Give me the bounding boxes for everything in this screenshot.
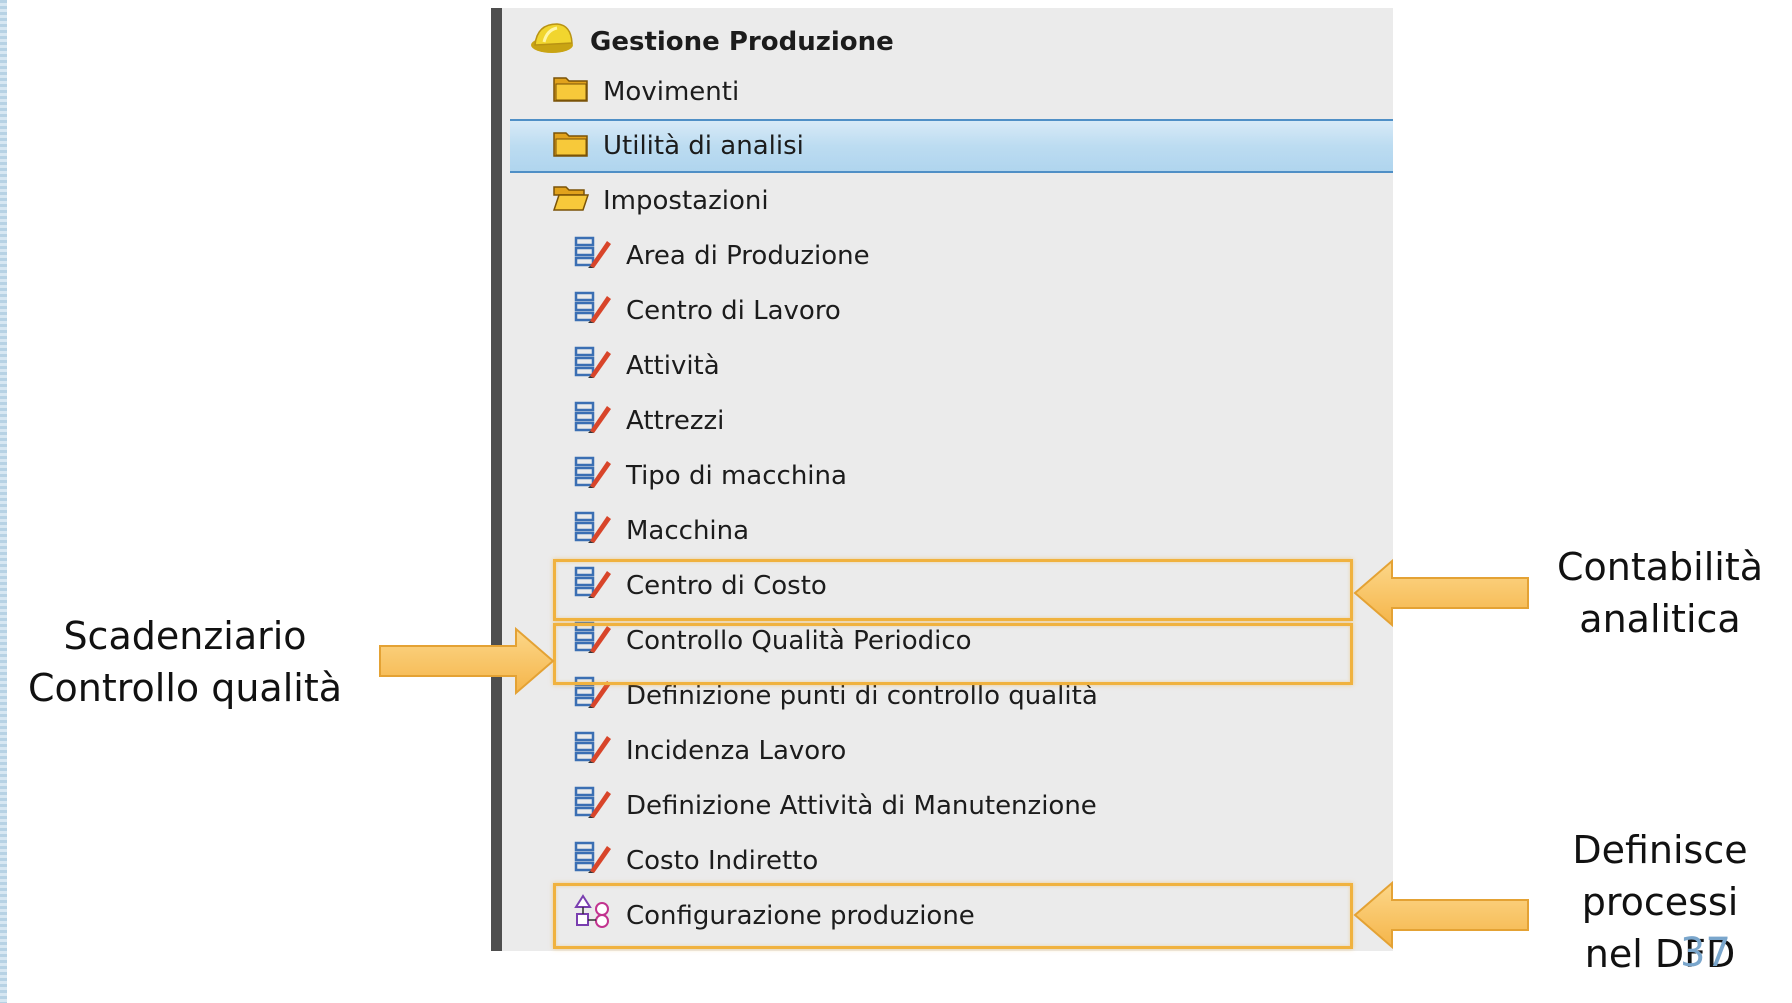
folder-icon [553,74,589,109]
slide-left-edge [0,0,7,1003]
tree-item-attivita[interactable]: Attività [510,339,1393,392]
tree-folder-utilita-di-analisi[interactable]: Utilità di analisi [510,119,1393,173]
table-edit-icon [574,730,612,771]
note-line: Definisce [1572,828,1748,872]
item-label: Definizione Attività di Manutenzione [626,790,1097,821]
folder-open-icon [552,183,590,218]
table-edit-icon [574,785,612,826]
arrow-right-to-controllo-qualita [379,626,555,696]
folder-label: Impostazioni [603,185,769,216]
item-label: Tipo di macchina [626,460,847,491]
page-number: 37 [1680,930,1731,976]
item-label: Centro di Lavoro [626,295,841,326]
note-scadenziario: Scadenziario Controllo qualità [0,610,370,714]
table-edit-icon [574,235,612,276]
tree-item-definizione-attivita-manutenzione[interactable]: Definizione Attività di Manutenzione [510,779,1393,832]
note-definisce-processi: Definisce processi nel DFD [1532,824,1788,980]
item-label: Attrezzi [626,405,725,436]
tree-item-macchina[interactable]: Macchina [510,504,1393,557]
folder-icon [553,129,589,164]
tree-item-costo-indiretto[interactable]: Costo Indiretto [510,834,1393,887]
slide: Gestione Produzione Movimenti Utilità di… [0,0,1792,1003]
arrow-left-to-centro-di-costo [1353,558,1529,628]
tree-item-centro-di-lavoro[interactable]: Centro di Lavoro [510,284,1393,337]
highlight-configurazione-produzione [553,883,1353,949]
helmet-icon [530,21,576,62]
tree-item-area-di-produzione[interactable]: Area di Produzione [510,229,1393,282]
item-label: Costo Indiretto [626,845,819,876]
item-label: Area di Produzione [626,240,870,271]
table-edit-icon [574,510,612,551]
highlight-controllo-qualita-periodico [553,623,1353,685]
folder-label: Movimenti [603,76,740,107]
item-label: Macchina [626,515,750,546]
table-edit-icon [574,400,612,441]
tree-panel: Gestione Produzione Movimenti Utilità di… [491,8,1393,951]
tree-folder-impostazioni[interactable]: Impostazioni [510,174,1393,227]
panel-splitter[interactable] [491,8,502,951]
highlight-centro-di-costo [553,559,1353,621]
table-edit-icon [574,455,612,496]
item-label: Incidenza Lavoro [626,735,847,766]
note-line: Contabilità [1556,545,1764,589]
folder-label: Utilità di analisi [603,131,804,161]
tree-root-gestione-produzione[interactable]: Gestione Produzione [510,15,1393,68]
item-label: Attività [626,350,720,381]
note-line: processi [1581,880,1739,924]
tree-item-attrezzi[interactable]: Attrezzi [510,394,1393,447]
table-edit-icon [574,840,612,881]
note-line: nel DFD [1584,932,1736,976]
item-label: Definizione punti di controllo qualità [626,680,1098,711]
tree-item-tipo-di-macchina[interactable]: Tipo di macchina [510,449,1393,502]
note-contabilita-analitica: Contabilità analitica [1532,541,1788,645]
tree-item-incidenza-lavoro[interactable]: Incidenza Lavoro [510,724,1393,777]
note-line: Controllo qualità [27,666,343,710]
table-edit-icon [574,290,612,331]
note-line: analitica [1579,597,1741,641]
tree-root-label: Gestione Produzione [590,26,894,57]
tree-folder-movimenti[interactable]: Movimenti [510,65,1393,118]
arrow-left-to-configurazione-produzione [1353,880,1529,950]
note-line: Scadenziario [63,614,307,658]
table-edit-icon [574,345,612,386]
